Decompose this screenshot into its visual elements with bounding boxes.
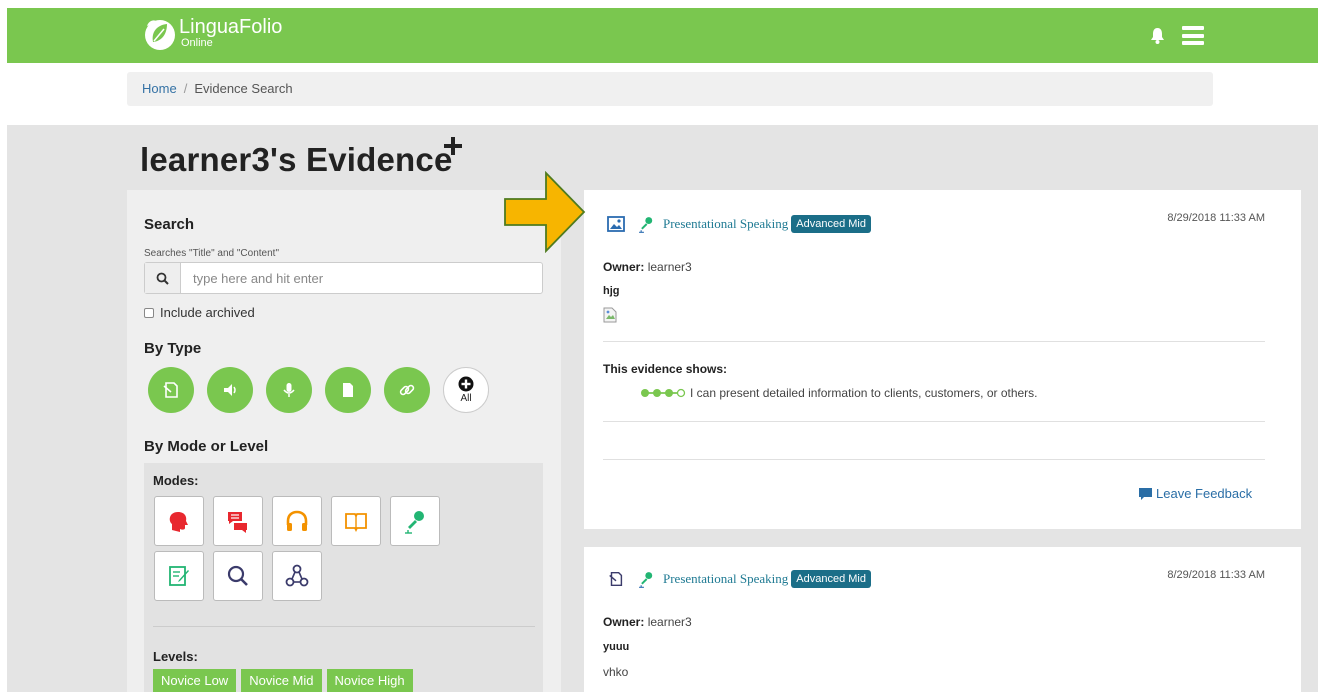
menu-icon[interactable] bbox=[1182, 26, 1204, 45]
evidence-card: Presentational Speaking Advanced Mid 8/2… bbox=[584, 190, 1301, 529]
level-filters: Novice Low Novice Mid Novice High bbox=[153, 669, 418, 692]
file-icon bbox=[343, 383, 353, 397]
evidence-date: 8/29/2018 11:33 AM bbox=[1167, 569, 1265, 581]
search-box bbox=[144, 262, 543, 294]
skill-link[interactable]: Presentational Speaking bbox=[663, 216, 788, 232]
mode-interpretive-reading-button[interactable] bbox=[331, 496, 381, 546]
levels-label: Levels: bbox=[153, 649, 198, 664]
page-title: learner3's Evidence bbox=[140, 137, 462, 179]
brand-name: LinguaFolio bbox=[179, 16, 283, 38]
evidence-card: Presentational Speaking Advanced Mid 8/2… bbox=[584, 547, 1301, 692]
audio-icon bbox=[224, 384, 236, 396]
breadcrumb: Home / Evidence Search bbox=[127, 72, 1213, 106]
divider bbox=[603, 341, 1265, 342]
divider bbox=[603, 421, 1265, 422]
chat-icon bbox=[228, 512, 247, 533]
brand-sub: Online bbox=[181, 37, 213, 49]
bell-icon[interactable] bbox=[1150, 27, 1165, 44]
annotation-arrow-icon bbox=[504, 171, 586, 253]
all-label: All bbox=[460, 393, 472, 404]
search-icon bbox=[145, 263, 181, 293]
owner-line: Owner: learner3 bbox=[603, 615, 692, 629]
can-do-statement: I can present detailed information to cl… bbox=[640, 386, 1038, 400]
document-icon bbox=[163, 382, 178, 398]
progress-dots-icon bbox=[641, 388, 686, 398]
broken-image-icon bbox=[603, 307, 617, 323]
writing-icon bbox=[169, 566, 189, 586]
mode-presentational-writing-button[interactable] bbox=[154, 551, 204, 601]
skill-link[interactable]: Presentational Speaking bbox=[663, 571, 788, 587]
level-badge: Advanced Mid bbox=[791, 570, 871, 588]
type-audio-button[interactable] bbox=[207, 367, 253, 413]
microphone-icon bbox=[405, 511, 424, 534]
divider bbox=[603, 459, 1265, 460]
book-icon bbox=[345, 513, 367, 533]
mode-intercultural-investigate-button[interactable] bbox=[213, 551, 263, 601]
level-novice-mid-button[interactable]: Novice Mid bbox=[241, 669, 322, 692]
modes-box: Modes: Levels: Novice Low Novice Mid Nov… bbox=[144, 463, 543, 692]
type-link-button[interactable] bbox=[384, 367, 430, 413]
owner-name: learner3 bbox=[647, 260, 692, 274]
search-heading: Search bbox=[144, 216, 195, 233]
type-document-button[interactable] bbox=[148, 367, 194, 413]
owner-line: Owner: learner3 bbox=[603, 260, 692, 274]
level-badge: Advanced Mid bbox=[791, 215, 871, 233]
evidence-header: Presentational Speaking Advanced Mid bbox=[607, 215, 871, 233]
by-mode-heading: By Mode or Level bbox=[144, 438, 269, 455]
can-do-text: I can present detailed information to cl… bbox=[690, 386, 1038, 400]
logo[interactable]: LinguaFolio Online bbox=[143, 16, 282, 52]
microphone-icon bbox=[283, 383, 295, 397]
plus-circle-icon bbox=[458, 376, 474, 392]
search-hint: Searches "Title" and "Content" bbox=[144, 248, 280, 259]
mode-presentational-speaking-button[interactable] bbox=[390, 496, 440, 546]
evidence-header: Presentational Speaking Advanced Mid bbox=[607, 570, 871, 588]
level-novice-high-button[interactable]: Novice High bbox=[326, 669, 413, 692]
evidence-shows-label: This evidence shows: bbox=[603, 362, 728, 376]
level-novice-low-button[interactable]: Novice Low bbox=[153, 669, 237, 692]
breadcrumb-current: Evidence Search bbox=[194, 81, 293, 96]
magnifier-icon bbox=[227, 565, 248, 586]
divider bbox=[153, 626, 535, 627]
evidence-title: yuuu bbox=[603, 641, 630, 653]
leaf-logo-icon bbox=[145, 20, 175, 50]
image-icon bbox=[607, 216, 625, 232]
headphones-icon bbox=[286, 510, 308, 531]
microphone-icon bbox=[639, 217, 653, 233]
link-icon bbox=[399, 384, 415, 396]
evidence-date: 8/29/2018 11:33 AM bbox=[1167, 212, 1265, 224]
document-icon bbox=[609, 571, 623, 587]
breadcrumb-home[interactable]: Home bbox=[142, 81, 177, 96]
by-type-heading: By Type bbox=[144, 340, 202, 357]
type-filters: All bbox=[148, 367, 489, 413]
mode-interpersonal-writing-button[interactable] bbox=[213, 496, 263, 546]
speaking-head-icon bbox=[169, 512, 188, 532]
filter-panel: Search Searches "Title" and "Content" In… bbox=[127, 190, 561, 692]
include-archived-checkbox[interactable] bbox=[144, 307, 154, 318]
search-input[interactable] bbox=[181, 263, 542, 293]
mode-filters bbox=[154, 496, 504, 606]
modes-label: Modes: bbox=[153, 473, 199, 488]
mode-interpersonal-speaking-button[interactable] bbox=[154, 496, 204, 546]
evidence-content: vhko bbox=[603, 665, 629, 679]
include-archived[interactable]: Include archived bbox=[144, 305, 255, 320]
type-microphone-button[interactable] bbox=[266, 367, 312, 413]
mode-intercultural-interact-button[interactable] bbox=[272, 551, 322, 601]
microphone-icon bbox=[639, 572, 653, 588]
leave-feedback-link[interactable]: Leave Feedback bbox=[1139, 486, 1252, 501]
comment-icon bbox=[1139, 487, 1152, 500]
plus-icon[interactable] bbox=[442, 135, 464, 157]
owner-name: learner3 bbox=[647, 615, 692, 629]
mode-interpretive-listening-button[interactable] bbox=[272, 496, 322, 546]
type-all-button[interactable]: All bbox=[443, 367, 489, 413]
top-navbar: LinguaFolio Online bbox=[7, 8, 1318, 63]
type-file-button[interactable] bbox=[325, 367, 371, 413]
evidence-title: hjg bbox=[603, 285, 620, 297]
network-icon bbox=[285, 564, 309, 587]
